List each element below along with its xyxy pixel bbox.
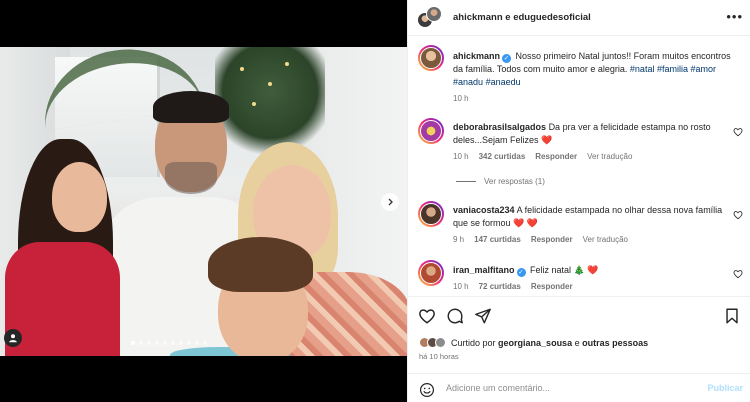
comment-item: iran_malfitano ✓ Feliz natal 🎄 ❤️ 10 h 72… — [408, 260, 750, 296]
carousel-dot — [195, 341, 199, 345]
translate-button[interactable]: Ver tradução — [587, 152, 632, 161]
reply-button[interactable]: Responder — [531, 282, 573, 291]
more-horizontal-icon: ••• — [726, 9, 743, 24]
hashtag-link[interactable]: #anadu — [453, 77, 483, 87]
heart-emoji: ❤️ — [541, 135, 553, 145]
comment-time: 10 h — [453, 282, 469, 291]
translate-button[interactable]: Ver tradução — [583, 235, 628, 244]
avatar[interactable] — [418, 201, 444, 227]
carousel-dot — [187, 341, 191, 345]
tree-heart-emoji: 🎄 ❤️ — [573, 265, 599, 275]
carousel-dot — [139, 341, 143, 345]
hashtag-link[interactable]: #familia — [657, 64, 688, 74]
comment-composer: Adicione um comentário... Publicar — [408, 373, 750, 402]
avatar[interactable] — [418, 45, 444, 71]
comment-username[interactable]: deborabrasilsalgados — [453, 122, 546, 132]
user-tag-icon — [9, 334, 17, 343]
carousel-dot — [179, 341, 183, 345]
avatar — [426, 6, 442, 22]
carousel-dot — [147, 341, 151, 345]
comment-likes[interactable]: 342 curtidas — [479, 152, 526, 161]
verified-badge-icon: ✓ — [516, 268, 526, 277]
comment-like-icon[interactable] — [733, 269, 743, 279]
comment-icon[interactable] — [446, 307, 464, 325]
liked-by-user[interactable]: georgiana_sousa — [498, 338, 572, 348]
verified-badge-icon: ✓ — [502, 54, 512, 63]
instagram-post-modal: ahickmann e eduguedesoficial ••• ahickma… — [0, 0, 750, 402]
comment-item: deborabrasilsalgados Da pra ver a felici… — [408, 118, 750, 168]
post-time[interactable]: há 10 horas — [419, 352, 459, 361]
carousel-dot — [203, 341, 207, 345]
comment-text: Feliz natal — [530, 265, 572, 275]
carousel-dots — [131, 341, 207, 345]
carousel-dot — [163, 341, 167, 345]
comment-username[interactable]: iran_malfitano — [453, 265, 515, 275]
tagged-users-button[interactable] — [4, 329, 22, 347]
emoji-icon[interactable] — [419, 382, 435, 398]
bookmark-icon[interactable] — [723, 307, 741, 325]
media-panel — [0, 0, 407, 402]
collab-avatars[interactable] — [417, 6, 443, 30]
caption-username[interactable]: ahickmann — [453, 51, 500, 61]
avatar[interactable] — [418, 118, 444, 144]
heart-emoji: ❤️ ❤️ — [513, 218, 538, 228]
comment-likes[interactable]: 72 curtidas — [479, 282, 521, 291]
view-replies-button[interactable]: Ver respostas (1) — [456, 177, 545, 186]
comment-input[interactable]: Adicione um comentário... — [446, 383, 550, 393]
send-icon[interactable] — [474, 307, 492, 325]
comment-like-icon[interactable] — [733, 210, 743, 220]
comment-like-icon[interactable] — [733, 127, 743, 137]
post-actions: Curtido por georgiana_sousa e outras pes… — [408, 296, 750, 361]
caption-time: 10 h — [453, 94, 469, 103]
comment-likes[interactable]: 147 curtidas — [474, 235, 521, 244]
comment-time: 9 h — [453, 235, 465, 244]
reply-button[interactable]: Responder — [535, 152, 577, 161]
hashtag-link[interactable]: #natal — [630, 64, 655, 74]
liked-by-summary: Curtido por georgiana_sousa e outras pes… — [419, 337, 648, 348]
post-side-panel: ahickmann e eduguedesoficial ••• ahickma… — [407, 0, 750, 402]
carousel-dot — [131, 341, 135, 345]
comment-time: 10 h — [453, 152, 469, 161]
chevron-right-icon — [388, 198, 393, 206]
christmas-tree — [215, 47, 325, 157]
post-comment-button[interactable]: Publicar — [707, 383, 743, 393]
carousel-dot — [171, 341, 175, 345]
hashtag-link[interactable]: #anaedu — [486, 77, 521, 87]
post-photo[interactable] — [0, 47, 407, 356]
more-options-button[interactable]: ••• — [726, 9, 743, 24]
comment-item: vaniacosta234 A felicidade estampada no … — [408, 201, 750, 251]
post-header: ahickmann e eduguedesoficial ••• — [408, 0, 750, 36]
comment-username[interactable]: vaniacosta234 — [453, 205, 515, 215]
hashtag-link[interactable]: #amor — [691, 64, 717, 74]
carousel-dot — [155, 341, 159, 345]
post-authors[interactable]: ahickmann e eduguedesoficial — [453, 12, 591, 23]
heart-icon[interactable] — [418, 307, 436, 325]
avatar — [435, 337, 446, 348]
caption: ahickmann ✓ Nosso primeiro Natal juntos!!… — [408, 45, 750, 105]
avatar[interactable] — [418, 260, 444, 286]
liked-by-others[interactable]: outras pessoas — [582, 338, 648, 348]
next-photo-button[interactable] — [381, 193, 399, 211]
reply-button[interactable]: Responder — [531, 235, 573, 244]
